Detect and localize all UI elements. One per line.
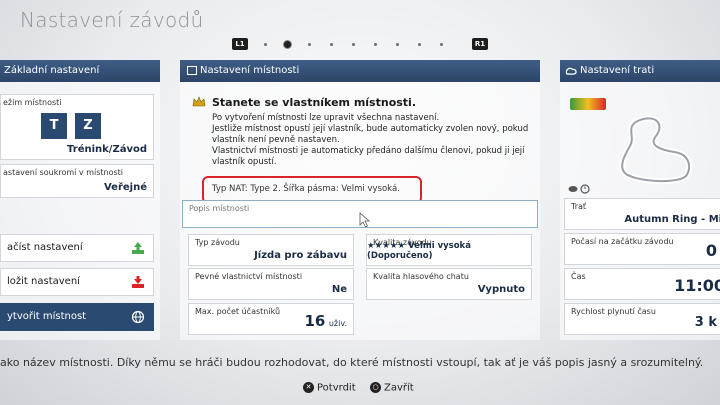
race-type-label: Typ závodu (195, 238, 240, 247)
start-weather-label: Počasí na začátku závodu (571, 237, 674, 246)
max-participants-card[interactable]: Max. počet účastníků 16 uživ. (188, 303, 354, 335)
fixed-owner-card[interactable]: Pevné vlastnictví místnosti Ne (188, 268, 354, 300)
race-type-card[interactable]: Typ závodu Jízda pro zábavu (188, 234, 354, 266)
track-settings-panel: Nastavení trati Trať Autumn Ring - Mir P… (560, 60, 720, 340)
fixed-owner-value: Ne (331, 284, 347, 295)
room-description-placeholder: Popis místnosti (189, 204, 250, 213)
max-participants-label: Max. počet účastníků (195, 307, 281, 316)
race-button[interactable]: Z (75, 113, 101, 139)
r1-button[interactable]: R1 (472, 38, 488, 50)
owner-title: Stanete se vlastníkem místnosti. (212, 96, 417, 109)
race-type-value: Jízda pro zábavu (254, 250, 347, 261)
load-settings-label: ačíst nastavení (7, 242, 83, 253)
privacy-label: astavení soukromí v místnosti (3, 168, 124, 177)
save-settings-label: ložit nastavení (7, 276, 80, 287)
room-mode-label: ežim místnosti (3, 98, 62, 107)
room-settings-header: Nastavení místnosti (180, 60, 540, 82)
owner-info-line: vlastník není pevně nastaven. (212, 135, 340, 145)
weather-icon (568, 184, 590, 194)
page-indicator: L1 R1 (232, 38, 488, 52)
privacy-card[interactable]: astavení soukromí v místnosti Veřejné (0, 164, 154, 198)
create-room-label: ytvořit místnost (7, 311, 87, 322)
confirm-action[interactable]: ✕ Potvrdit (303, 382, 356, 394)
room-settings-title: Nastavení místnosti (200, 65, 300, 76)
track-card[interactable]: Trať Autumn Ring - Mir (564, 198, 720, 230)
time-speed-label: Rychlost plynutí času (571, 307, 656, 316)
cursor-icon (359, 212, 371, 228)
save-settings-button[interactable]: ložit nastavení (0, 268, 154, 296)
voice-chat-label: Kvalita hlasového chatu (373, 272, 469, 281)
owner-info: Po vytvoření místnosti lze upravit všech… (212, 113, 528, 168)
track-logo-icon (570, 98, 606, 110)
download-icon (132, 276, 144, 288)
time-value: 11:00 (674, 276, 720, 295)
owner-info-line: Po vytvoření místnosti lze upravit všech… (212, 113, 440, 123)
owner-info-line: vlastník opustí. (212, 157, 277, 167)
room-settings-panel: Nastavení místnosti Stanete se vlastníke… (180, 60, 540, 340)
time-speed-card[interactable]: Rychlost plynutí času 3 k (564, 303, 720, 335)
crown-icon (192, 96, 206, 107)
l1-button[interactable]: L1 (232, 38, 248, 50)
track-icon (565, 67, 577, 75)
time-card[interactable]: Čas 11:00 (564, 268, 720, 300)
room-description-input[interactable]: Popis místnosti (182, 200, 538, 228)
page-dot[interactable] (264, 43, 267, 46)
page-dot[interactable] (440, 43, 443, 46)
max-participants-number: 16 (304, 312, 326, 330)
confirm-label: Potvrdit (317, 382, 356, 394)
privacy-value: Veřejné (103, 182, 147, 193)
track-map-icon (619, 116, 693, 185)
track-settings-header: Nastavení trati (560, 60, 720, 82)
owner-info-line: Jestliže místnost opustí její vlastník, … (212, 124, 529, 134)
page-dot[interactable] (418, 43, 421, 46)
globe-icon (131, 310, 145, 324)
room-mode-value: Trénink/Závod (67, 144, 147, 155)
load-settings-button[interactable]: ačíst nastavení (0, 234, 154, 262)
start-weather-value: 0 (705, 241, 717, 260)
start-weather-card[interactable]: Počasí na začátku závodu 0 (564, 233, 720, 265)
owner-info-line: Vlastnictví místnosti je automaticky pře… (212, 146, 525, 156)
race-quality-value: ★★★★★ Velmi vysoká (Doporučeno) (367, 241, 471, 261)
page-dot[interactable] (330, 43, 333, 46)
page-dot[interactable] (396, 43, 399, 46)
page-dot[interactable] (352, 43, 355, 46)
race-quality-card[interactable]: Kvalita závodu ★★★★★ Velmi vysoká (Dopor… (366, 234, 532, 266)
max-participants-unit: uživ. (328, 319, 347, 328)
track-settings-title: Nastavení trati (580, 65, 655, 76)
list-icon (187, 66, 197, 75)
basic-settings-panel: Základní nastavení ežim místnosti T Z Tr… (0, 60, 160, 340)
close-action[interactable]: ○ Zavřít (370, 382, 414, 394)
track-value: Autumn Ring - Mir (624, 214, 720, 225)
help-text: ako název místnosti. Díky němu se hráči … (0, 356, 704, 369)
page-title: Nastavení závodů (20, 8, 204, 32)
cross-button-icon: ✕ (303, 382, 314, 393)
page-dot[interactable] (374, 43, 377, 46)
max-participants-value: 16 uživ. (304, 312, 347, 330)
close-label: Zavřít (384, 382, 414, 394)
basic-settings-header: Základní nastavení (0, 60, 160, 82)
voice-chat-card[interactable]: Kvalita hlasového chatu Vypnuto (366, 268, 532, 300)
page-dot[interactable] (308, 43, 311, 46)
training-button[interactable]: T (41, 113, 67, 139)
time-label: Čas (571, 272, 586, 281)
room-mode-card[interactable]: ežim místnosti T Z Trénink/Závod (0, 94, 154, 160)
create-room-button[interactable]: ytvořit místnost (0, 303, 154, 331)
circle-button-icon: ○ (370, 382, 381, 393)
voice-chat-value: Vypnuto (477, 284, 525, 295)
time-speed-value: 3 k (694, 315, 717, 330)
page-dot-active[interactable] (283, 40, 292, 49)
fixed-owner-label: Pevné vlastnictví místnosti (195, 272, 303, 281)
upload-icon (132, 242, 144, 254)
track-label: Trať (571, 202, 587, 211)
